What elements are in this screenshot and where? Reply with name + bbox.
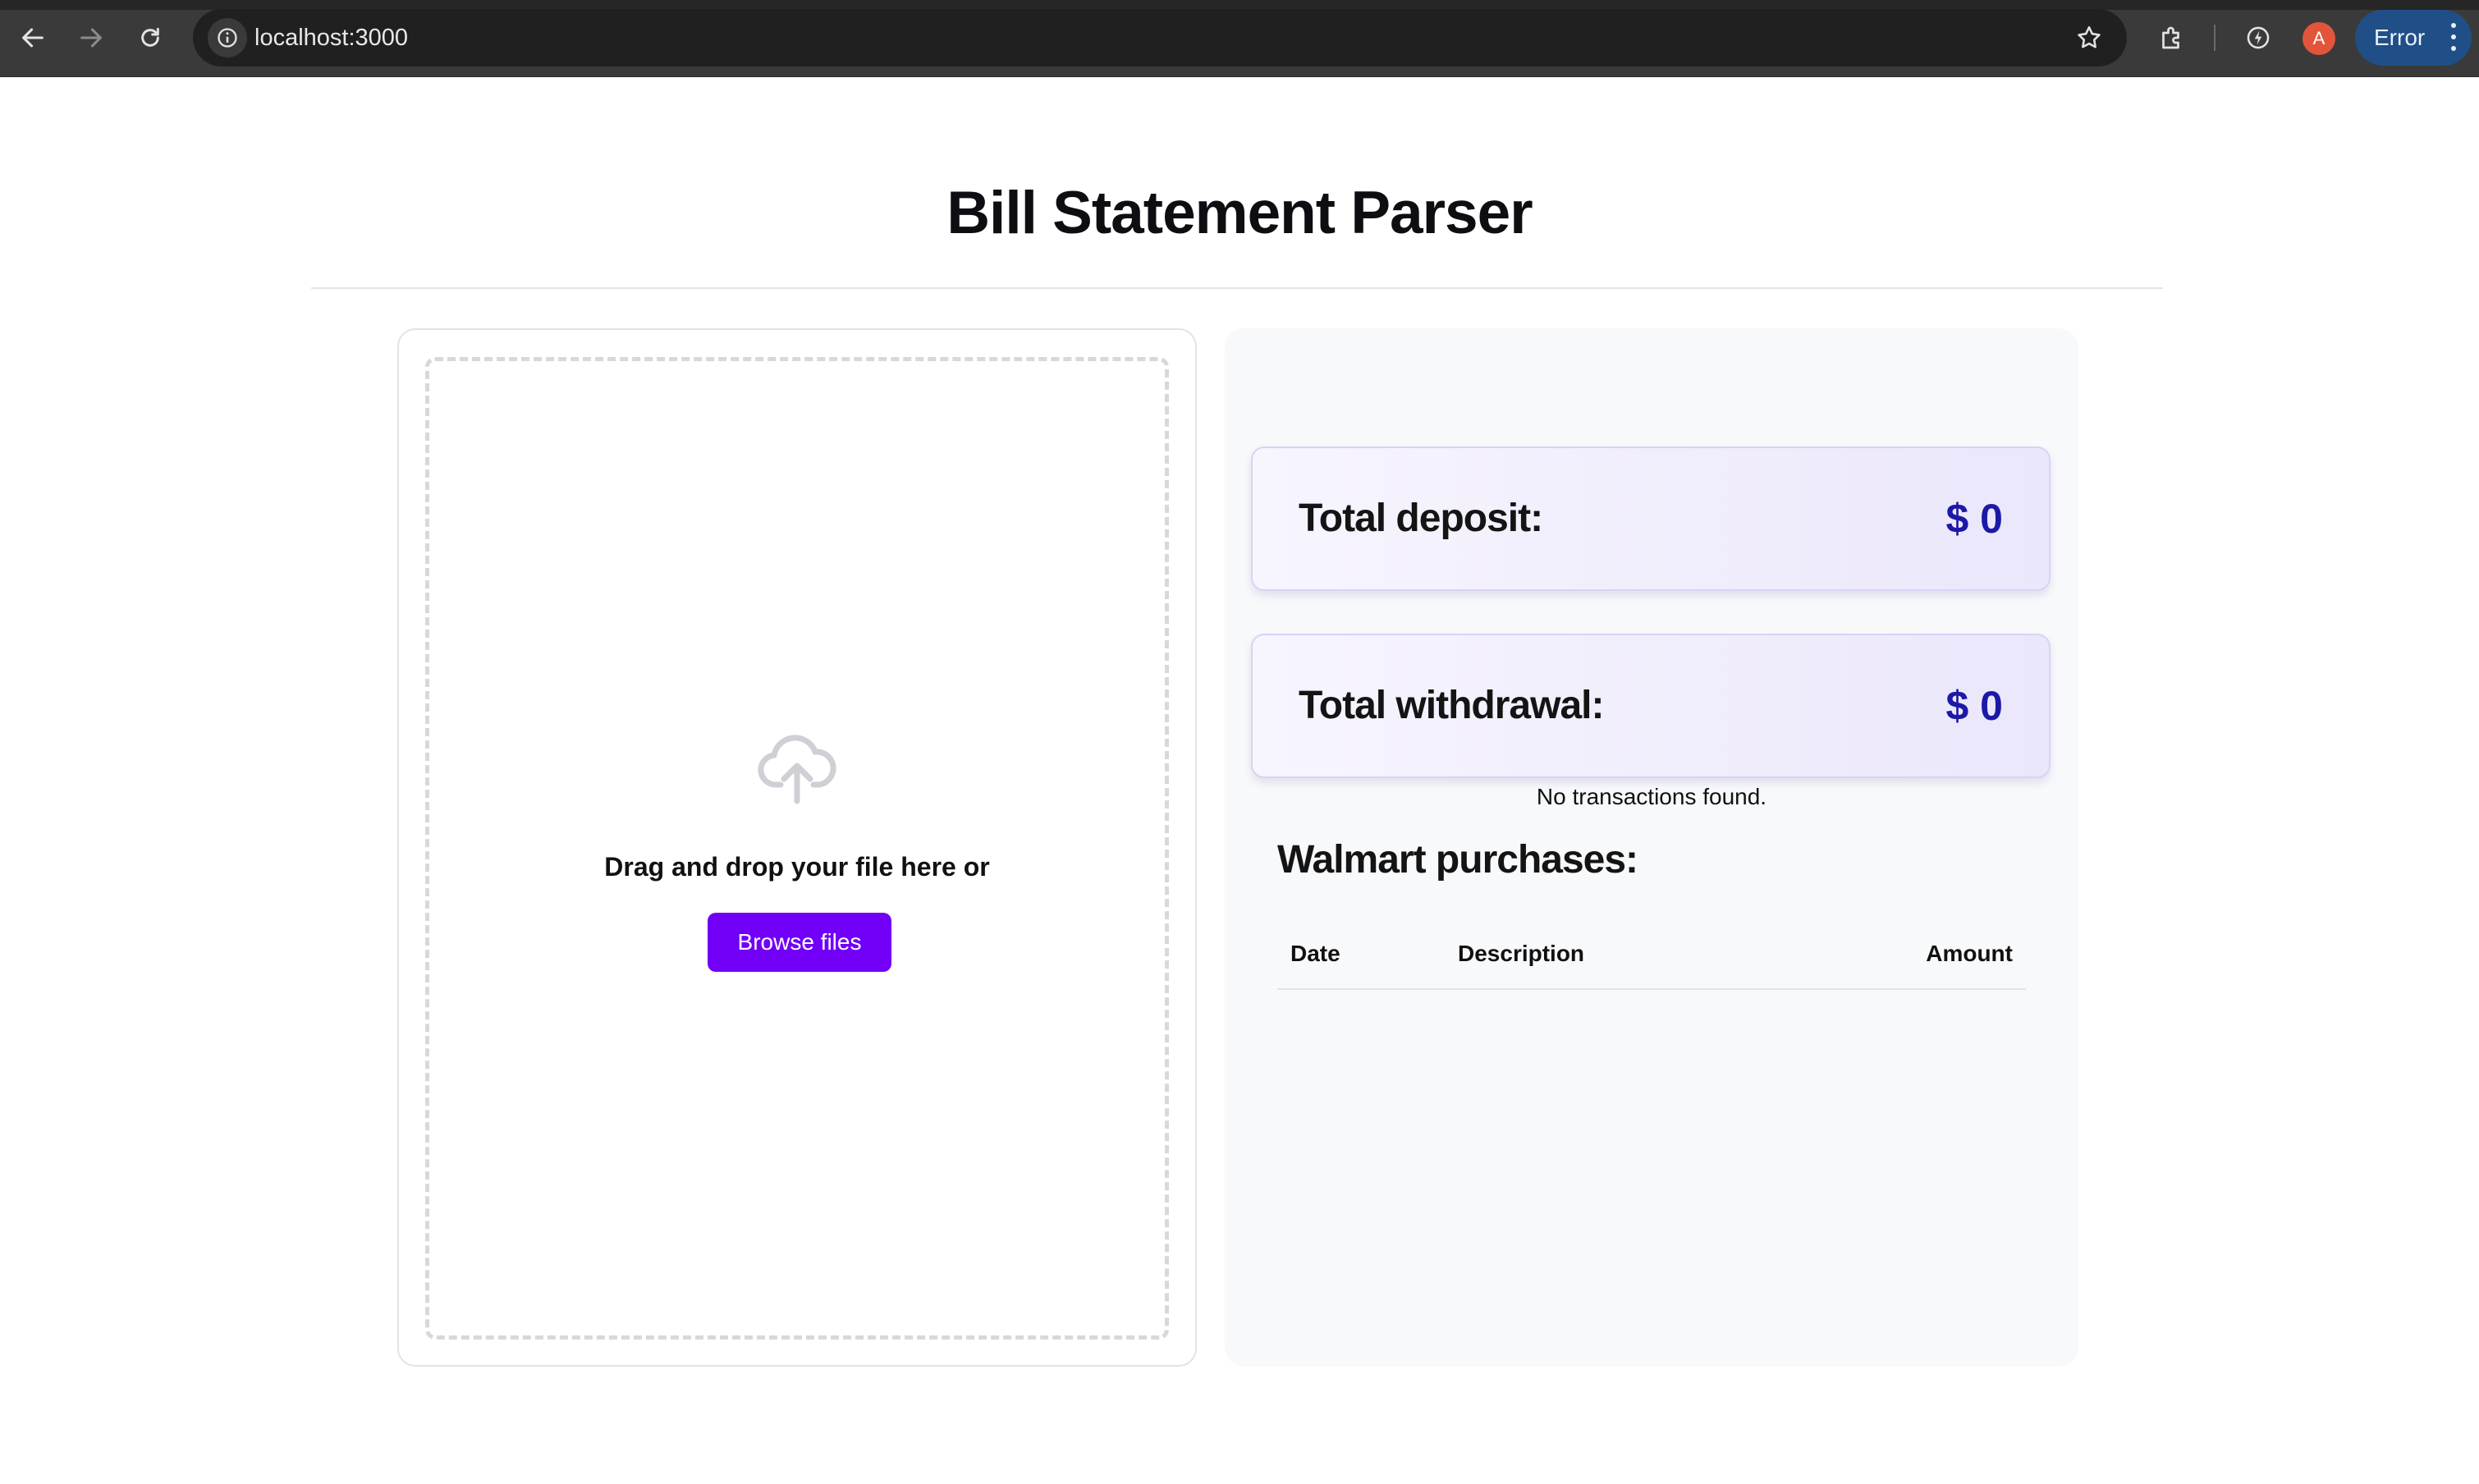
- column-header-description: Description: [1458, 941, 1585, 966]
- column-header-date: Date: [1290, 941, 1340, 966]
- page-title: Bill Statement Parser: [946, 180, 1533, 246]
- performance-icon: [2247, 26, 2270, 49]
- kebab-menu-icon: [2450, 23, 2457, 53]
- total-deposit-value: $ 0: [1945, 496, 2003, 542]
- upload-card: Drag and drop your file here or Browse f…: [397, 328, 1197, 1367]
- extensions-icon: [2162, 26, 2179, 49]
- table-header: Date Description Amount: [1277, 929, 2026, 990]
- file-dropzone[interactable]: Drag and drop your file here or Browse f…: [425, 357, 1169, 1340]
- forward-icon: [80, 28, 102, 48]
- total-withdrawal-value: $ 0: [1945, 683, 2003, 729]
- profile-avatar[interactable]: A: [2303, 22, 2335, 55]
- bookmark-button[interactable]: [2073, 21, 2106, 54]
- browse-files-button[interactable]: Browse files: [708, 913, 891, 972]
- error-label: Error: [2374, 25, 2426, 50]
- total-deposit-card: Total deposit: $ 0: [1251, 447, 2051, 591]
- back-button[interactable]: [10, 15, 56, 61]
- walmart-transactions-table: Date Description Amount: [1277, 929, 2026, 990]
- site-info-icon: [218, 28, 237, 48]
- cloud-upload-icon: [758, 735, 836, 804]
- forward-button[interactable]: [68, 15, 114, 61]
- toolbar-separator: [2214, 25, 2216, 51]
- browser-toolbar: localhost:3000 A Error: [0, 0, 2479, 77]
- title-divider: [311, 287, 2163, 289]
- reload-icon: [141, 27, 159, 47]
- address-bar[interactable]: localhost:3000: [193, 9, 2127, 66]
- url-text[interactable]: localhost:3000: [254, 9, 408, 66]
- reload-button[interactable]: [127, 15, 173, 61]
- bookmark-star-icon: [2078, 25, 2101, 48]
- results-panel: Total deposit: $ 0 Total withdrawal: $ 0…: [1225, 328, 2078, 1367]
- extensions-button[interactable]: [2152, 18, 2192, 57]
- performance-button[interactable]: [2238, 18, 2278, 57]
- total-withdrawal-card: Total withdrawal: $ 0: [1251, 634, 2051, 778]
- site-info-button[interactable]: [208, 18, 247, 57]
- back-icon: [22, 28, 44, 48]
- error-menu-button[interactable]: Error: [2355, 10, 2472, 66]
- column-header-amount: Amount: [1926, 941, 2013, 966]
- dropzone-prompt: Drag and drop your file here or: [604, 852, 990, 882]
- walmart-purchases-title: Walmart purchases:: [1277, 838, 1638, 882]
- empty-state-message: No transactions found.: [1536, 784, 1767, 809]
- total-withdrawal-label: Total withdrawal:: [1299, 684, 1604, 727]
- total-deposit-label: Total deposit:: [1299, 497, 1543, 540]
